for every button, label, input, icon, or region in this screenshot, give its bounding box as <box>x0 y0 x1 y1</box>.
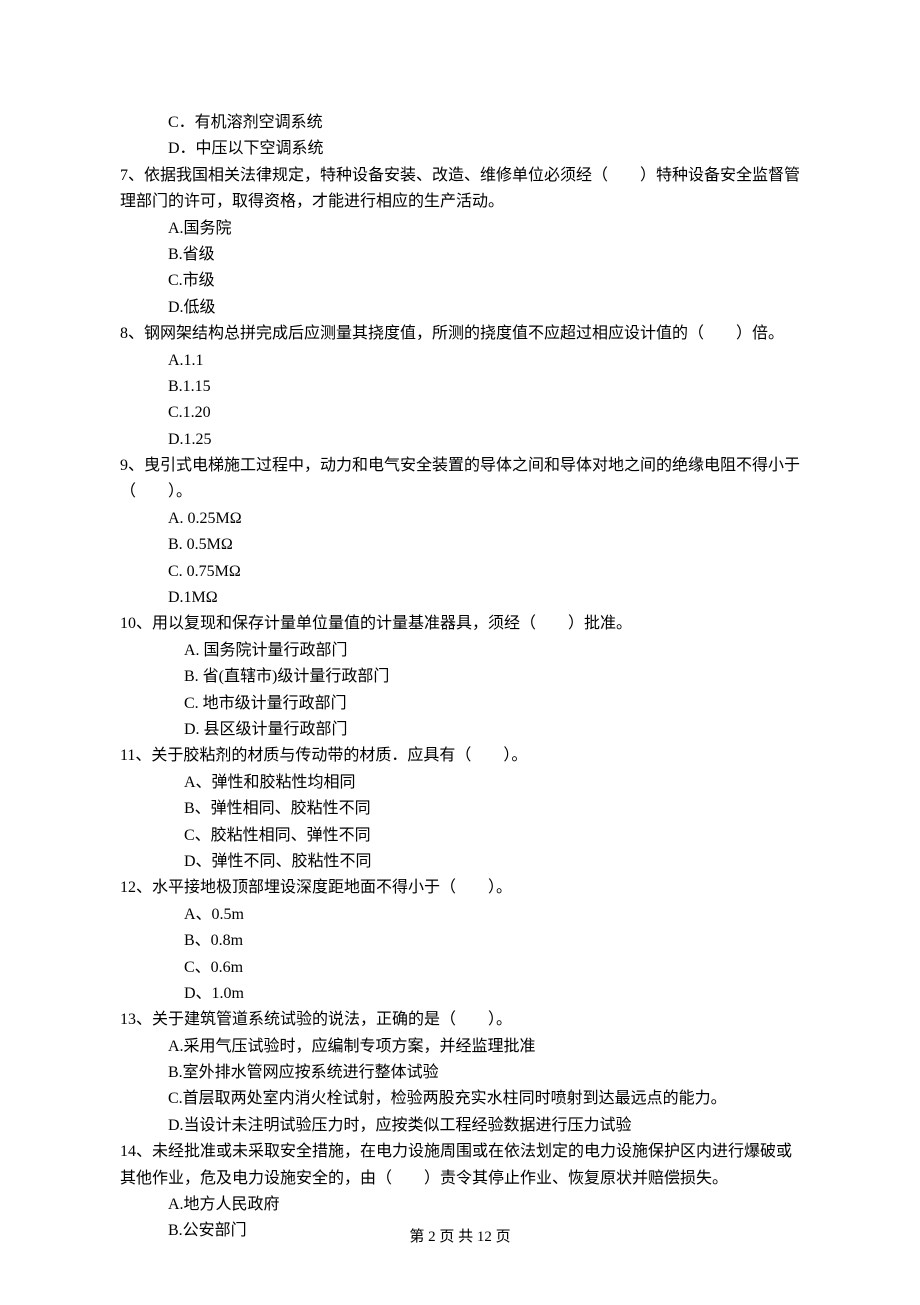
q7-option-d: D.低级 <box>120 295 800 321</box>
q13-option-c: C.首层取两处室内消火栓试射，检验两股充实水柱同时喷射到达最远点的能力。 <box>120 1086 800 1112</box>
q9-option-d: D.1MΩ <box>120 585 800 611</box>
q11-option-a: A、弹性和胶粘性均相同 <box>120 770 800 796</box>
q12-text: 12、水平接地极顶部埋设深度距地面不得小于（ ）。 <box>120 875 800 901</box>
q11-option-b: B、弹性相同、胶粘性不同 <box>120 796 800 822</box>
q10-option-a: A. 国务院计量行政部门 <box>120 638 800 664</box>
q13-option-d: D.当设计未注明试验压力时，应按类似工程经验数据进行压力试验 <box>120 1113 800 1139</box>
q6-option-c: C．有机溶剂空调系统 <box>120 110 800 136</box>
q8-option-a: A.1.1 <box>120 348 800 374</box>
q10-option-b: B. 省(直辖市)级计量行政部门 <box>120 664 800 690</box>
q13-text: 13、关于建筑管道系统试验的说法，正确的是（ ）。 <box>120 1007 800 1033</box>
q10-text: 10、用以复现和保存计量单位量值的计量基准器具，须经（ ）批准。 <box>120 611 800 637</box>
q7-option-a: A.国务院 <box>120 216 800 242</box>
q10-option-d: D. 县区级计量行政部门 <box>120 717 800 743</box>
q8-option-b: B.1.15 <box>120 374 800 400</box>
q12-option-d: D、1.0m <box>120 981 800 1007</box>
q12-option-c: C、0.6m <box>120 955 800 981</box>
page-footer: 第 2 页 共 12 页 <box>0 1225 920 1250</box>
q14-option-a: A.地方人民政府 <box>120 1192 800 1218</box>
q8-option-c: C.1.20 <box>120 400 800 426</box>
q10-option-c: C. 地市级计量行政部门 <box>120 691 800 717</box>
q9-option-c: C. 0.75MΩ <box>120 559 800 585</box>
q7-option-c: C.市级 <box>120 268 800 294</box>
q6-option-d: D．中压以下空调系统 <box>120 136 800 162</box>
q7-option-b: B.省级 <box>120 242 800 268</box>
q12-option-b: B、0.8m <box>120 928 800 954</box>
q9-option-b: B. 0.5MΩ <box>120 532 800 558</box>
q13-option-b: B.室外排水管网应按系统进行整体试验 <box>120 1060 800 1086</box>
q12-option-a: A、0.5m <box>120 902 800 928</box>
q9-option-a: A. 0.25MΩ <box>120 506 800 532</box>
q13-option-a: A.采用气压试验时，应编制专项方案，并经监理批准 <box>120 1034 800 1060</box>
q11-text: 11、关于胶粘剂的材质与传动带的材质．应具有（ ）。 <box>120 743 800 769</box>
q11-option-d: D、弹性不同、胶粘性不同 <box>120 849 800 875</box>
q7-text: 7、依据我国相关法律规定，特种设备安装、改造、维修单位必须经（ ）特种设备安全监… <box>120 163 800 216</box>
document-page: C．有机溶剂空调系统 D．中压以下空调系统 7、依据我国相关法律规定，特种设备安… <box>0 0 920 1305</box>
q8-option-d: D.1.25 <box>120 427 800 453</box>
q14-text: 14、未经批准或未采取安全措施，在电力设施周围或在依法划定的电力设施保护区内进行… <box>120 1139 800 1192</box>
q9-text: 9、曳引式电梯施工过程中，动力和电气安全装置的导体之间和导体对地之间的绝缘电阻不… <box>120 453 800 506</box>
q8-text: 8、钢网架结构总拼完成后应测量其挠度值，所测的挠度值不应超过相应设计值的（ ）倍… <box>120 321 800 347</box>
q11-option-c: C、胶粘性相同、弹性不同 <box>120 823 800 849</box>
